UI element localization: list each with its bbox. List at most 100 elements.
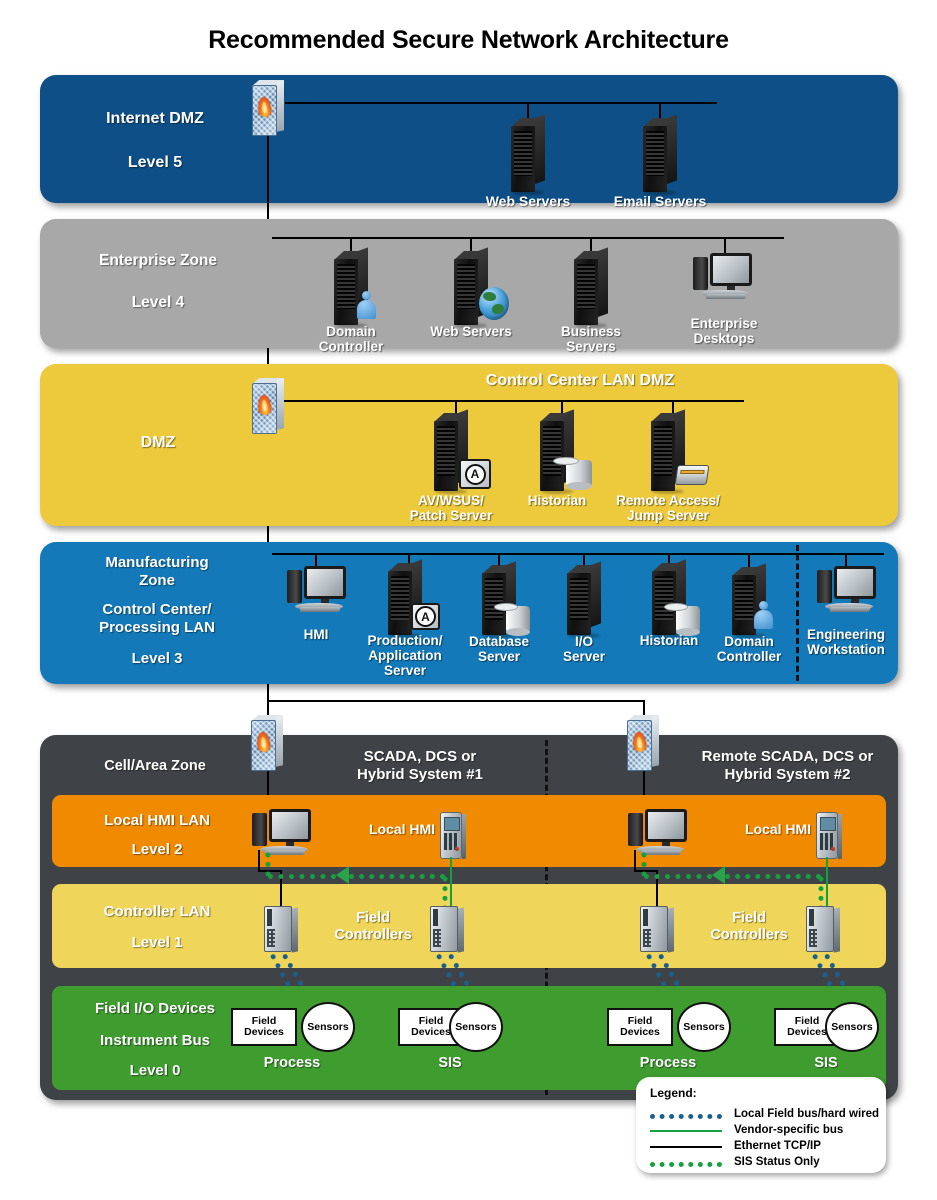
node-io-server-l3[interactable]: I/O Server xyxy=(563,561,605,664)
server-rack-icon xyxy=(511,114,545,192)
sis-status-arrow-2 xyxy=(712,866,725,884)
desktop-computer-icon xyxy=(817,566,876,616)
group-label-sis-1: SIS xyxy=(438,1055,462,1071)
node-remote-access-jump-server[interactable]: Remote Access/ Jump Server xyxy=(616,409,720,523)
node-label-2: Controller xyxy=(716,649,782,664)
server-rack-icon xyxy=(567,561,601,635)
sensors-circle-4[interactable]: Sensors xyxy=(825,1002,879,1052)
desktop-computer-icon xyxy=(693,253,755,303)
firewall-icon-cell-system-2[interactable] xyxy=(627,715,660,771)
legend-title: Legend: xyxy=(650,1086,697,1100)
node-label-3: Server xyxy=(383,663,427,678)
node-av-wsus-patch-server[interactable]: A AV/WSUS/ Patch Server xyxy=(410,409,492,523)
sensors-circle-1[interactable]: Sensors xyxy=(301,1002,355,1052)
node-label-1: Domain xyxy=(326,324,376,339)
node-label-1: Web Servers xyxy=(430,324,512,339)
zone-internet-dmz xyxy=(40,75,898,203)
plc-controller-icon xyxy=(430,906,464,953)
database-icon xyxy=(553,457,592,490)
node-hmi-workstation-1[interactable] xyxy=(252,809,311,859)
band-controller-lan-label-1: Controller LAN xyxy=(103,903,211,920)
node-label-1: HMI xyxy=(303,627,329,642)
node-domain-controller-l3[interactable]: Domain Controller xyxy=(717,563,781,664)
node-label-2: Controller xyxy=(318,339,384,354)
sis-status-line-2-vert-left xyxy=(641,852,647,877)
band-field-io-label-1: Field I/O Devices xyxy=(94,1000,216,1017)
node-field-controller-1[interactable] xyxy=(264,906,298,953)
bus-line-level3 xyxy=(272,553,884,555)
panel-hmi-icon xyxy=(440,812,466,860)
band-local-hmi-lan-label-2: Level 2 xyxy=(131,841,183,858)
node-production-application-server-l3[interactable]: A Production/ Application Server xyxy=(368,559,443,678)
server-rack-icon xyxy=(574,247,608,325)
sensors-circle-2[interactable]: Sensors xyxy=(449,1002,503,1052)
node-historian-l3[interactable]: Historian xyxy=(640,559,700,648)
sensors-label: Sensors xyxy=(683,1021,725,1033)
zone-internet-dmz-label-1: Internet DMZ xyxy=(106,110,204,127)
field-devices-label: Field Devices xyxy=(244,1015,284,1038)
zone-enterprise-label-1: Enterprise Zone xyxy=(99,252,217,269)
node-hmi-workstation-2[interactable] xyxy=(628,809,687,859)
globe-icon xyxy=(479,287,509,320)
legend-label: SIS Status Only xyxy=(734,1156,820,1168)
page-title: Recommended Secure Network Architecture xyxy=(208,26,729,54)
field-controllers-label-1b: Controllers xyxy=(334,927,412,943)
legend-swatch-solid-green xyxy=(650,1130,722,1132)
node-hmi-l3[interactable]: HMI xyxy=(287,566,346,642)
node-web-servers-l4[interactable]: Web Servers xyxy=(430,247,512,339)
zone-cell-area-label: Cell/Area Zone xyxy=(104,758,206,774)
node-label-1: AV/WSUS/ xyxy=(418,493,484,508)
field-controllers-label-1a: Field xyxy=(356,910,390,926)
group-label-process-1: Process xyxy=(263,1055,321,1071)
node-field-controller-3[interactable] xyxy=(640,906,674,953)
drop-line-eng-workstation-l3 xyxy=(845,553,847,567)
node-business-servers-l4[interactable]: Business Servers xyxy=(561,247,621,354)
node-field-controller-4[interactable] xyxy=(806,906,840,953)
node-historian-dmz[interactable]: Historian xyxy=(528,409,592,508)
node-label-1: Production/ xyxy=(367,633,443,648)
zone-manufacturing-label-2: Zone xyxy=(139,572,175,589)
node-label-1: Historian xyxy=(639,633,699,648)
group-label-sis-2: SIS xyxy=(814,1055,838,1071)
field-devices-label: Field Devices xyxy=(620,1015,660,1038)
node-enterprise-desktops-l4[interactable]: Enterprise Desktops xyxy=(691,253,757,346)
node-label-2: Desktops xyxy=(693,331,755,346)
node-web-servers-l5[interactable]: Web Servers xyxy=(486,114,570,209)
sis-status-line-1-horiz xyxy=(268,874,336,879)
node-field-controller-2[interactable] xyxy=(430,906,464,953)
sis-status-line-1-horiz-b xyxy=(349,874,445,879)
zone-dmz-label: DMZ xyxy=(140,434,176,451)
drop-line-domain-controller-l3 xyxy=(748,553,750,567)
antivirus-letter: A xyxy=(421,609,430,624)
sensors-circle-3[interactable]: Sensors xyxy=(677,1002,731,1052)
field-devices-box-1[interactable]: Field Devices xyxy=(231,1008,297,1046)
firewall-icon-dmz[interactable] xyxy=(252,378,285,434)
tape-drive-icon xyxy=(674,465,710,485)
firewall-icon-internet-dmz[interactable] xyxy=(252,80,285,136)
diagram-canvas: Recommended Secure Network Architecture … xyxy=(0,0,937,1200)
node-domain-controller-l4[interactable]: Domain Controller xyxy=(319,247,383,354)
local-hmi-label-2: Local HMI xyxy=(744,821,812,837)
node-local-hmi-panel-2[interactable] xyxy=(816,812,842,860)
field-devices-box-3[interactable]: Field Devices xyxy=(607,1008,673,1046)
node-label-1: Enterprise xyxy=(690,316,758,331)
node-label-1: Historian xyxy=(527,493,587,508)
legend-swatch-dotted-blue xyxy=(650,1114,722,1119)
node-label-2: Patch Server xyxy=(409,508,493,523)
legend-swatch-dotted-green xyxy=(650,1162,722,1167)
zone-manufacturing-label-1: Manufacturing xyxy=(105,554,209,571)
node-label-2: Workstation xyxy=(807,642,885,657)
node-database-server-l3[interactable]: Database Server xyxy=(469,561,530,664)
node-engineering-workstation-l3[interactable]: Engineering Workstation xyxy=(807,566,885,657)
node-label: Web Servers xyxy=(485,193,571,209)
desktop-computer-icon xyxy=(252,809,311,859)
firewall-icon-cell-system-1[interactable] xyxy=(251,715,284,771)
node-label-1: I/O xyxy=(574,634,594,649)
node-local-hmi-panel-1[interactable] xyxy=(440,812,466,860)
node-email-servers-l5[interactable]: Email Servers xyxy=(614,114,706,209)
field-devices-label: Field Devices xyxy=(787,1015,827,1038)
node-label-1: Remote Access/ xyxy=(616,493,720,508)
node-label-2: Server xyxy=(477,649,521,664)
user-icon xyxy=(754,601,773,629)
antivirus-icon: A xyxy=(459,459,491,489)
